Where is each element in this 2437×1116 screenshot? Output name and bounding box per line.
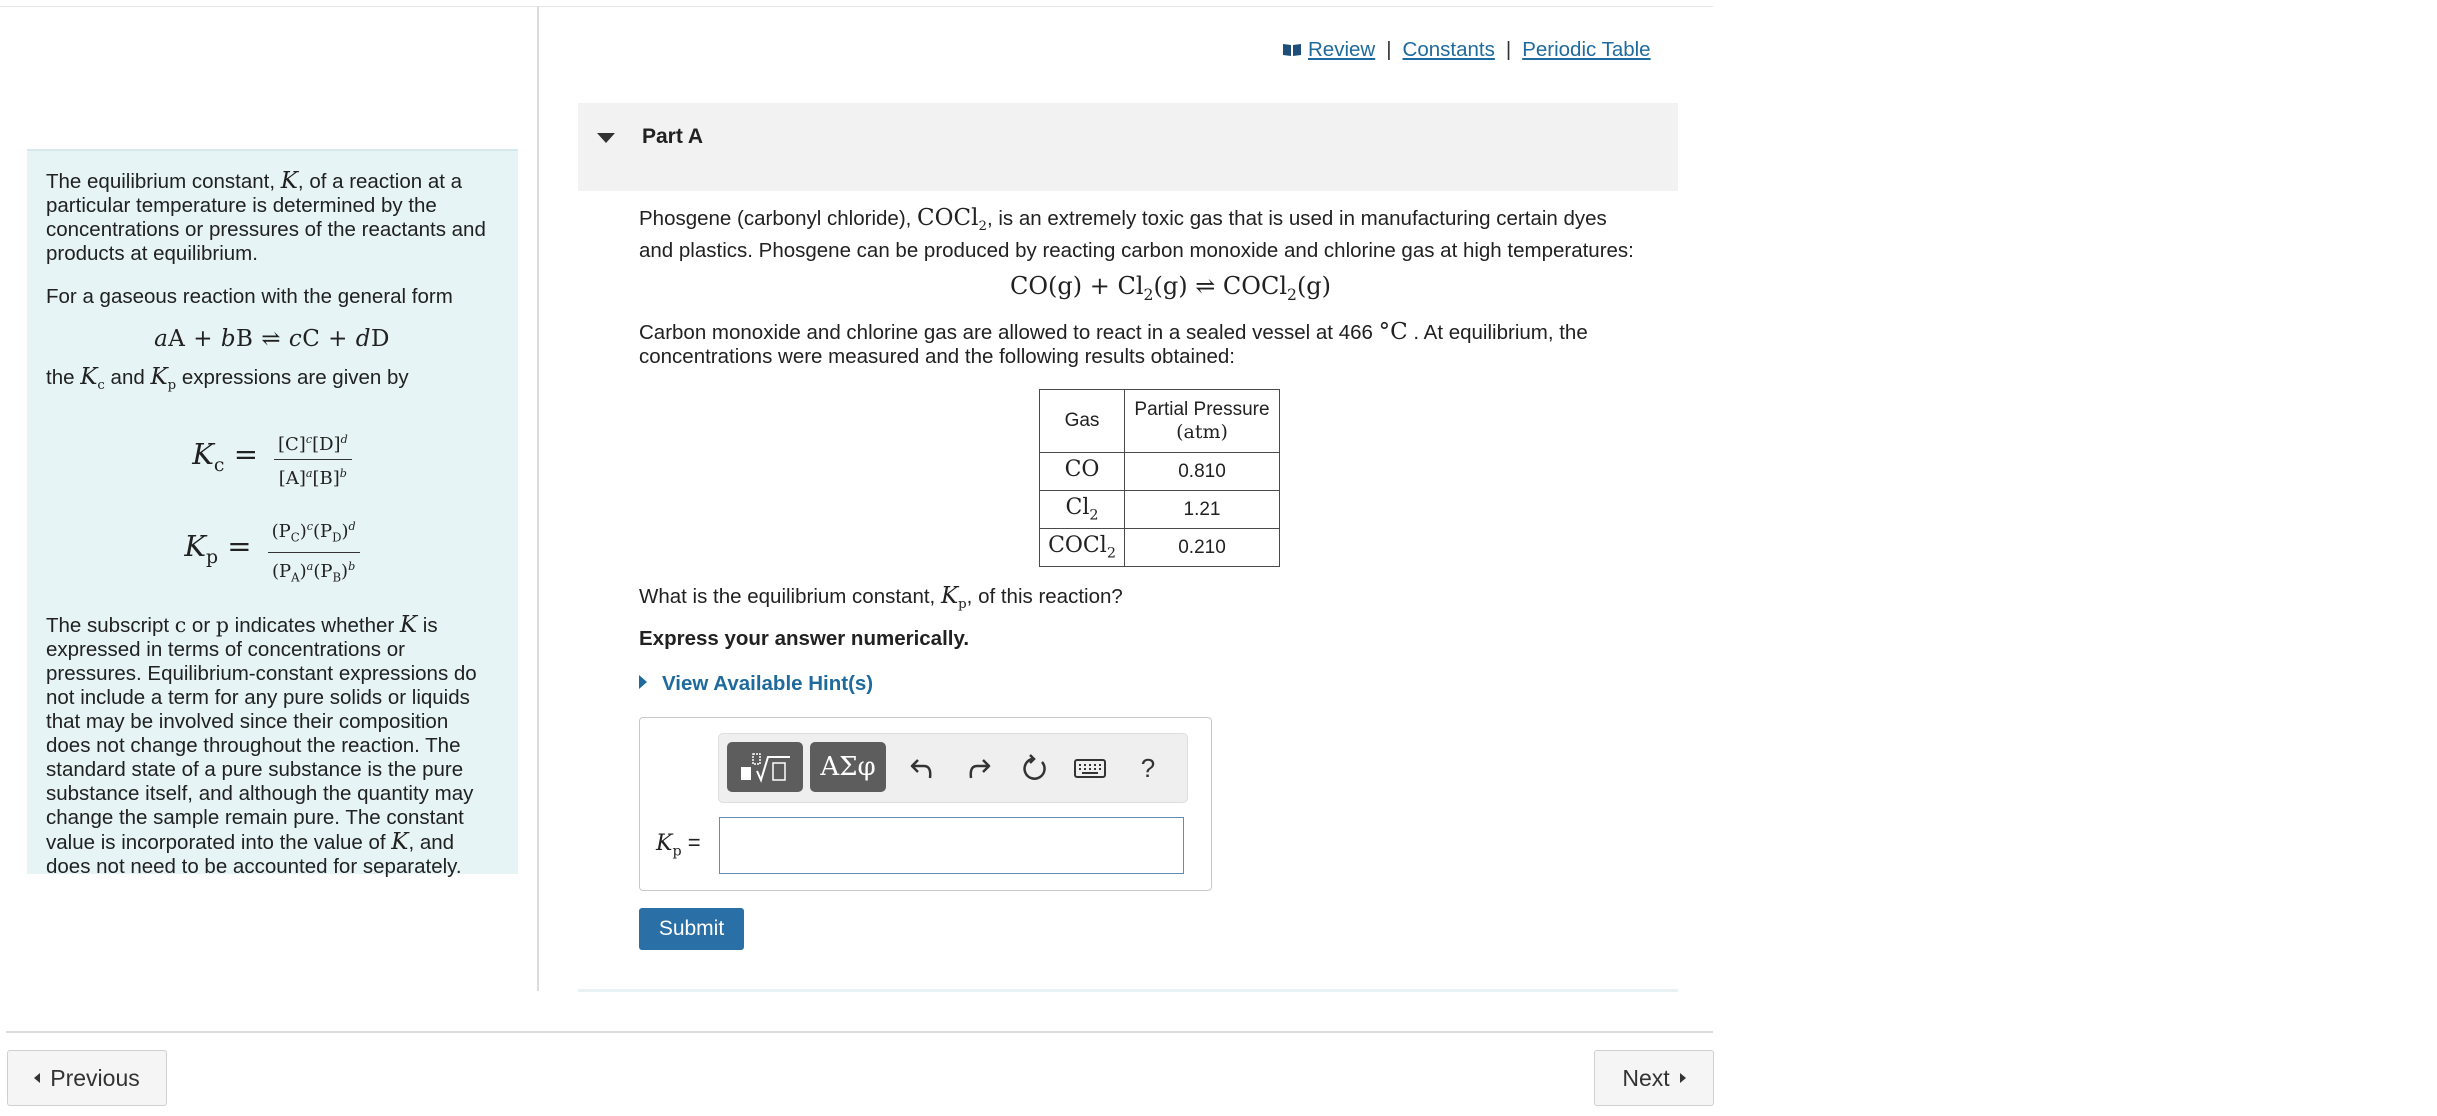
gas-cell: COCl2 [1039, 528, 1125, 567]
view-hints-link[interactable]: View Available Hint(s) [639, 672, 873, 696]
table-header-row: Gas Partial Pressure (atm) [1039, 389, 1280, 453]
part-bottom-border [578, 989, 1678, 992]
panel-divider [537, 6, 539, 991]
caret-right-icon [1679, 1073, 1686, 1083]
caret-right-icon [639, 675, 647, 689]
intro-paragraph-2: For a gaseous reaction with the general … [46, 285, 453, 308]
gas-cell: CO [1039, 452, 1125, 491]
phosgene-reaction-equation: CO(g) + Cl2(g) ⇌ COCl2(g) [1010, 272, 1332, 304]
kp-numerator: (PC)c(PD)d [267, 515, 360, 553]
constants-link[interactable]: Constants [1403, 38, 1495, 62]
link-separator: | [1505, 38, 1512, 61]
column-header-pressure: Partial Pressure (atm) [1124, 389, 1280, 453]
pressure-cell: 0.810 [1124, 452, 1280, 491]
table-row: CO 0.810 [1039, 452, 1280, 491]
table-row: COCl2 0.210 [1039, 528, 1280, 567]
previous-button[interactable]: Previous [7, 1050, 167, 1106]
periodic-table-link[interactable]: Periodic Table [1522, 38, 1650, 62]
question-prompt: What is the equilibrium constant, Kp, of… [639, 583, 1123, 613]
templates-button[interactable] [727, 742, 803, 792]
part-title: Part A [642, 125, 704, 148]
collapse-caret-icon[interactable] [597, 133, 615, 143]
question-intro: Phosgene (carbonyl chloride), COCl2, is … [639, 205, 1634, 263]
caret-left-icon [34, 1073, 41, 1083]
next-button[interactable]: Next [1594, 1050, 1714, 1106]
keyboard-icon[interactable] [1073, 752, 1107, 784]
answer-input[interactable] [719, 817, 1184, 874]
pressure-cell: 0.210 [1124, 528, 1280, 567]
pressure-cell: 1.21 [1124, 490, 1280, 529]
review-link[interactable]: Review [1308, 38, 1375, 62]
kp-denominator: (PA)a(PB)b [272, 559, 356, 585]
kc-denominator: [A]a[B]b [278, 467, 347, 490]
footer-divider [6, 1031, 1713, 1033]
link-separator: | [1386, 38, 1392, 61]
gas-cell: Cl2 [1039, 490, 1125, 529]
kc-expression: Kc = [C]c[D]d [A]a[B]b [46, 428, 498, 491]
top-divider [0, 6, 1713, 7]
reset-icon[interactable] [1019, 752, 1051, 784]
question-conditions: Carbon monoxide and chlorine gas are all… [639, 319, 1588, 368]
intro-panel: The equilibrium constant, K, of a reacti… [27, 149, 518, 878]
redo-icon[interactable] [963, 752, 995, 784]
partial-pressure-table: Gas Partial Pressure (atm) CO 0.810 Cl2 … [1039, 389, 1280, 567]
book-icon [1283, 44, 1301, 56]
greek-symbols-button[interactable]: ΑΣφ [810, 742, 886, 792]
resource-links: Review | Constants | Periodic Table [1282, 38, 1651, 62]
kp-expression: Kp = (PC)c(PD)d (PA)a(PB)b [46, 515, 498, 589]
part-a-header[interactable] [578, 103, 1678, 191]
answer-instructions: Express your answer numerically. [639, 627, 970, 650]
intro-paragraph-1: The equilibrium constant, K, of a reacti… [46, 168, 486, 265]
kc-numerator: [C]c[D]d [274, 428, 352, 461]
column-header-gas: Gas [1039, 389, 1125, 453]
undo-icon[interactable] [906, 752, 938, 784]
general-reaction-equation: aA + bB ⇌ cC + dD [154, 326, 390, 352]
help-button[interactable]: ? [1132, 752, 1164, 784]
intro-paragraph-4: The subscript c or p indicates whether K… [46, 612, 477, 879]
answer-label: Kp = [656, 830, 701, 860]
templates-icon [741, 753, 790, 783]
table-row: Cl2 1.21 [1039, 490, 1280, 529]
submit-button[interactable]: Submit [639, 908, 744, 950]
intro-paragraph-3: the Kc and Kp expressions are given by [46, 364, 409, 394]
